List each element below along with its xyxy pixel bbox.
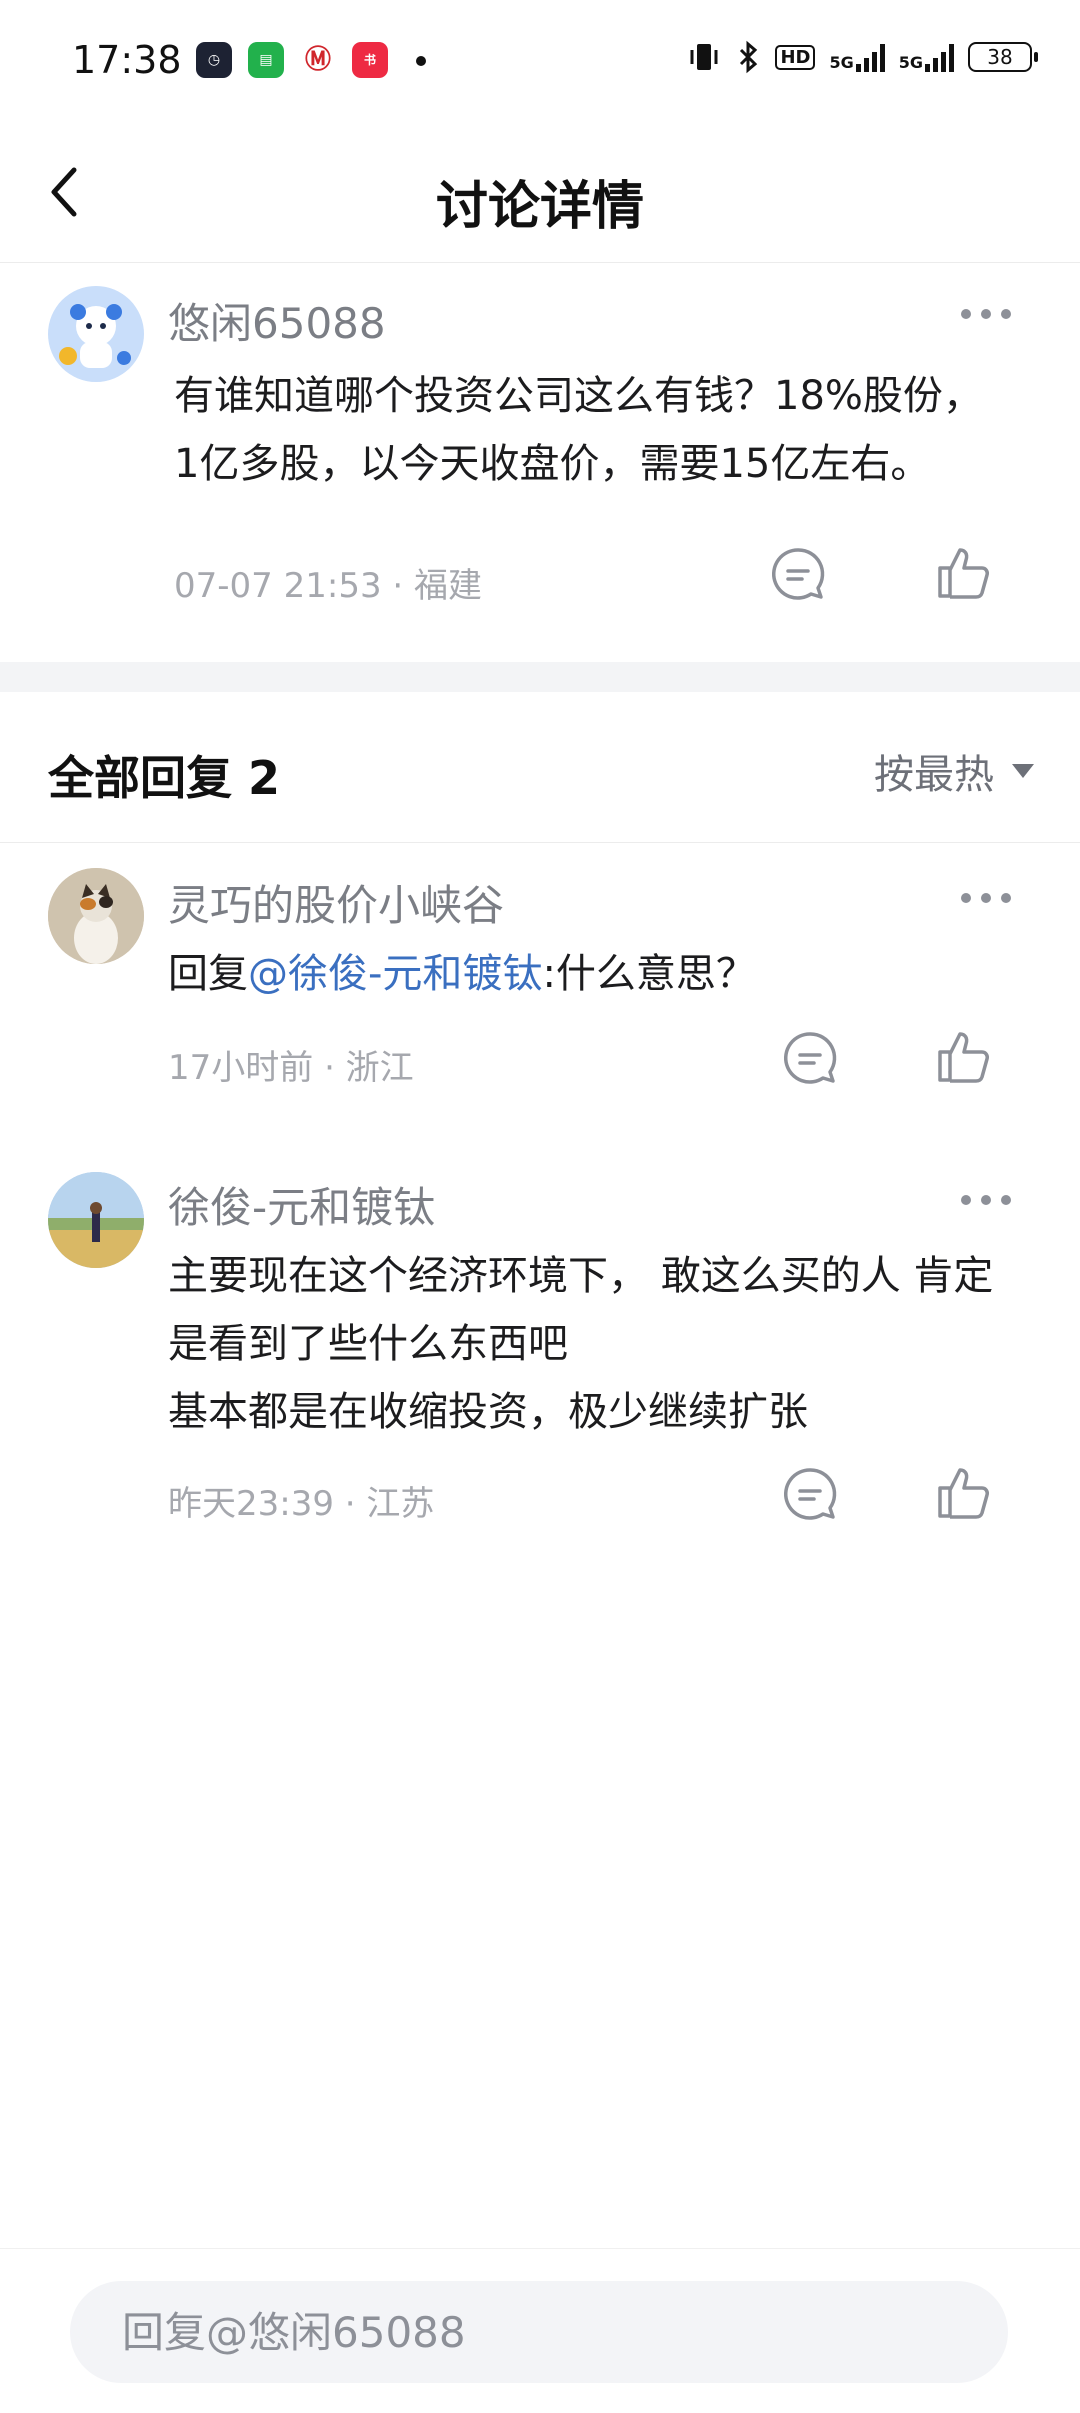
network-5g-1: 5G	[829, 42, 885, 72]
replies-header: 全部回复 2 按最热	[0, 692, 1080, 843]
comment-icon[interactable]	[780, 1464, 840, 1524]
status-bar: 17:38 ◷ ▤ Ⓜ 书 HD 5G 5G 38	[0, 0, 1080, 120]
avatar[interactable]	[48, 868, 144, 964]
like-icon[interactable]	[934, 542, 994, 602]
reply-text-line: 基本都是在收缩投资，极少继续扩张	[168, 1389, 808, 1435]
mention-link[interactable]: @徐俊-元和镀钛	[248, 951, 542, 997]
reply-body: 回复@徐俊-元和镀钛:什么意思？	[168, 940, 1048, 1008]
reply-text: :什么意思？	[542, 951, 756, 997]
more-options-icon[interactable]	[958, 890, 1014, 906]
reply-username[interactable]: 灵巧的股价小峡谷	[168, 872, 504, 933]
hd-badge: HD	[775, 44, 816, 70]
reply-text-line: 是看到了些什么东西吧	[168, 1321, 568, 1367]
like-icon[interactable]	[934, 1026, 994, 1086]
clock-app-icon: ◷	[196, 42, 232, 78]
comment-icon[interactable]	[780, 1028, 840, 1088]
bank-app-icon: Ⓜ	[300, 42, 336, 78]
reply-item: 灵巧的股价小峡谷 回复@徐俊-元和镀钛:什么意思？ 17小时前 · 浙江	[0, 842, 1080, 1122]
network-label: 5G	[898, 53, 923, 72]
avatar-landscape-icon	[48, 1172, 144, 1268]
post-text-line: 有谁知道哪个投资公司这么有钱？18%股份，	[174, 373, 983, 419]
avatar[interactable]	[48, 1172, 144, 1268]
post-body: 有谁知道哪个投资公司这么有钱？18%股份， 1亿多股，以今天收盘价，需要15亿左…	[174, 362, 1034, 498]
reply-item: 徐俊-元和镀钛 主要现在这个经济环境下， 敢这么买的人 肯定 是看到了些什么东西…	[0, 1148, 1080, 1548]
more-options-icon[interactable]	[958, 1192, 1014, 1208]
page-title: 讨论详情	[435, 177, 644, 237]
avatar-mascot-icon	[48, 286, 144, 382]
comment-icon[interactable]	[768, 544, 828, 604]
nav-bar: 讨论详情	[0, 120, 1080, 263]
reply-username[interactable]: 徐俊-元和镀钛	[168, 1174, 435, 1235]
like-icon[interactable]	[934, 1462, 994, 1522]
signal-icon	[925, 42, 954, 72]
reply-body: 主要现在这个经济环境下， 敢这么买的人 肯定 是看到了些什么东西吧 基本都是在收…	[168, 1242, 1048, 1446]
sort-dropdown[interactable]: 按最热	[874, 742, 1034, 800]
sort-label: 按最热	[874, 752, 994, 798]
network-5g-2: 5G	[899, 42, 954, 72]
battery-level: 38	[987, 45, 1013, 69]
caret-down-icon	[1012, 764, 1034, 778]
reply-text-line: 主要现在这个经济环境下， 敢这么买的人 肯定	[168, 1253, 994, 1299]
status-indicators: HD 5G 5G 38	[687, 40, 1038, 74]
avatar-cat-icon	[48, 868, 144, 964]
more-notifications-dot	[416, 56, 426, 66]
message-app-icon: ▤	[248, 42, 284, 78]
signal-icon	[855, 42, 885, 72]
bluetooth-icon	[740, 40, 758, 74]
status-time: 17:38	[72, 38, 182, 82]
reply-meta: 昨天23:39 · 江苏	[168, 1484, 435, 1524]
section-divider	[0, 662, 1080, 692]
more-options-icon[interactable]	[958, 306, 1014, 322]
battery-icon: 38	[968, 42, 1038, 72]
reply-meta: 17小时前 · 浙江	[168, 1048, 414, 1088]
post-username[interactable]: 悠闲65088	[168, 290, 386, 351]
main-post: 悠闲65088 有谁知道哪个投资公司这么有钱？18%股份， 1亿多股，以今天收盘…	[0, 262, 1080, 662]
reply-input[interactable]	[70, 2281, 1008, 2383]
bottom-reply-bar	[0, 2248, 1080, 2413]
replies-count-title: 全部回复 2	[48, 751, 281, 805]
network-label: 5G	[829, 53, 854, 72]
avatar[interactable]	[48, 286, 144, 382]
post-text-line: 1亿多股，以今天收盘价，需要15亿左右。	[174, 441, 931, 487]
vibrate-icon	[690, 44, 718, 70]
post-meta: 07-07 21:53 · 福建	[174, 566, 483, 606]
redbook-app-icon: 书	[352, 42, 388, 78]
reply-prefix: 回复	[168, 951, 248, 997]
